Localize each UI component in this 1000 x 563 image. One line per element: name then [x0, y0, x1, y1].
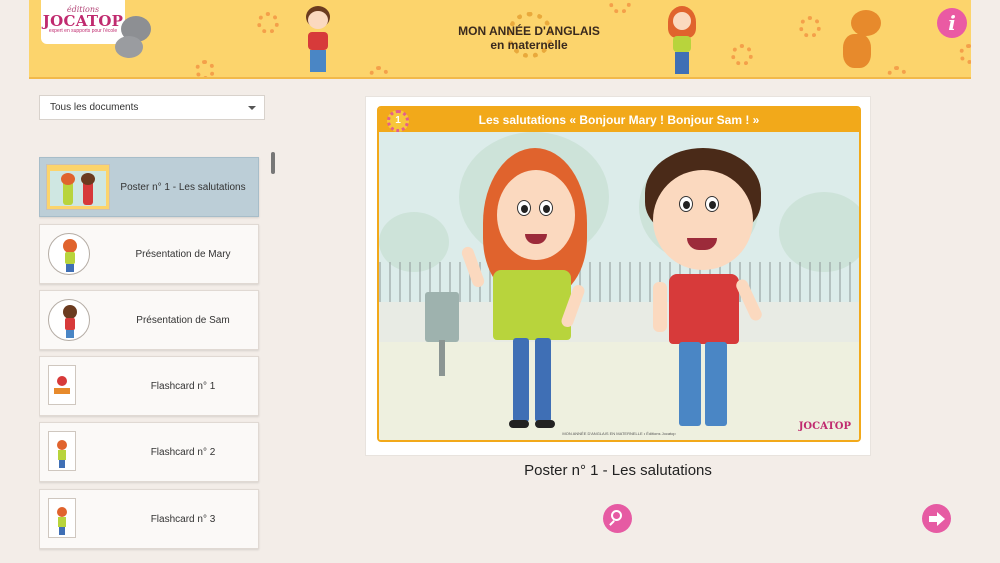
info-icon[interactable]: i: [937, 8, 967, 38]
flower-decoration: [609, 0, 631, 14]
document-item-label: Flashcard n° 1: [150, 381, 216, 392]
flower-decoration: [195, 60, 215, 77]
document-item-label: Présentation de Mary: [135, 249, 231, 260]
document-item-mary[interactable]: Présentation de Mary: [39, 224, 259, 284]
girl-illustration: [665, 6, 699, 74]
app-title: MON ANNÉE D'ANGLAIS en maternelle: [449, 24, 609, 52]
document-item-flashcard-1[interactable]: Flashcard n° 1: [39, 356, 259, 416]
document-list: Poster n° 1 - Les salutations Présentati…: [39, 156, 261, 563]
header-banner: éditions JOCATOP expert en supports pour…: [29, 0, 971, 79]
document-item-sam[interactable]: Présentation de Sam: [39, 290, 259, 350]
flower-decoration: [887, 66, 907, 77]
zoom-button[interactable]: [603, 504, 632, 533]
boy-illustration: [301, 6, 335, 74]
document-item-poster-1[interactable]: Poster n° 1 - Les salutations: [39, 157, 259, 217]
mary-thumbnail: [48, 233, 90, 275]
list-scrollbar[interactable]: [271, 152, 275, 174]
flower-decoration: [959, 44, 971, 64]
poster-logo: JOCATOP: [798, 421, 851, 432]
document-item-label: Présentation de Sam: [136, 315, 230, 326]
poster-thumbnail: [46, 164, 110, 210]
flower-decoration: [369, 66, 389, 77]
flower-decoration: [799, 16, 821, 38]
document-item-label: Poster n° 1 - Les salutations: [120, 182, 246, 193]
flower-decoration: [257, 12, 279, 34]
cat-illustration: [111, 16, 157, 60]
poster-number: 1: [395, 115, 401, 126]
app-title-line2: en maternelle: [490, 38, 568, 52]
poster-number-badge: 1: [387, 110, 409, 132]
mary-character: [460, 144, 605, 434]
document-item-label: Flashcard n° 2: [150, 447, 216, 458]
flashcard-thumbnail: [48, 365, 76, 405]
poster-title-bar: Les salutations « Bonjour Mary ! Bonjour…: [379, 108, 859, 132]
document-item-flashcard-3[interactable]: Flashcard n° 3: [39, 489, 259, 549]
document-filter-value: Tous les documents: [50, 102, 139, 113]
document-item-label: Flashcard n° 3: [150, 514, 216, 525]
chevron-down-icon: [248, 106, 256, 110]
flashcard-thumbnail: [48, 431, 76, 471]
flower-decoration: [731, 44, 753, 66]
dog-illustration: [835, 10, 883, 72]
sam-character: [635, 148, 775, 438]
flashcard-thumbnail: [48, 498, 76, 538]
document-filter-select[interactable]: Tous les documents: [39, 95, 265, 120]
poster-frame: Les salutations « Bonjour Mary ! Bonjour…: [377, 106, 861, 442]
arrow-right-icon: [929, 516, 937, 522]
document-caption: Poster n° 1 - Les salutations: [524, 462, 712, 479]
next-button[interactable]: [922, 504, 951, 533]
sam-thumbnail: [48, 299, 90, 341]
poster-title: Les salutations « Bonjour Mary ! Bonjour…: [478, 113, 760, 127]
app-title-line1: MON ANNÉE D'ANGLAIS: [458, 24, 600, 38]
poster-preview[interactable]: Les salutations « Bonjour Mary ! Bonjour…: [365, 96, 871, 456]
document-item-flashcard-2[interactable]: Flashcard n° 2: [39, 422, 259, 482]
poster-footer: MON ANNÉE D'ANGLAIS EN MATERNELLE • Édit…: [562, 431, 676, 436]
poster-background: [379, 132, 859, 440]
